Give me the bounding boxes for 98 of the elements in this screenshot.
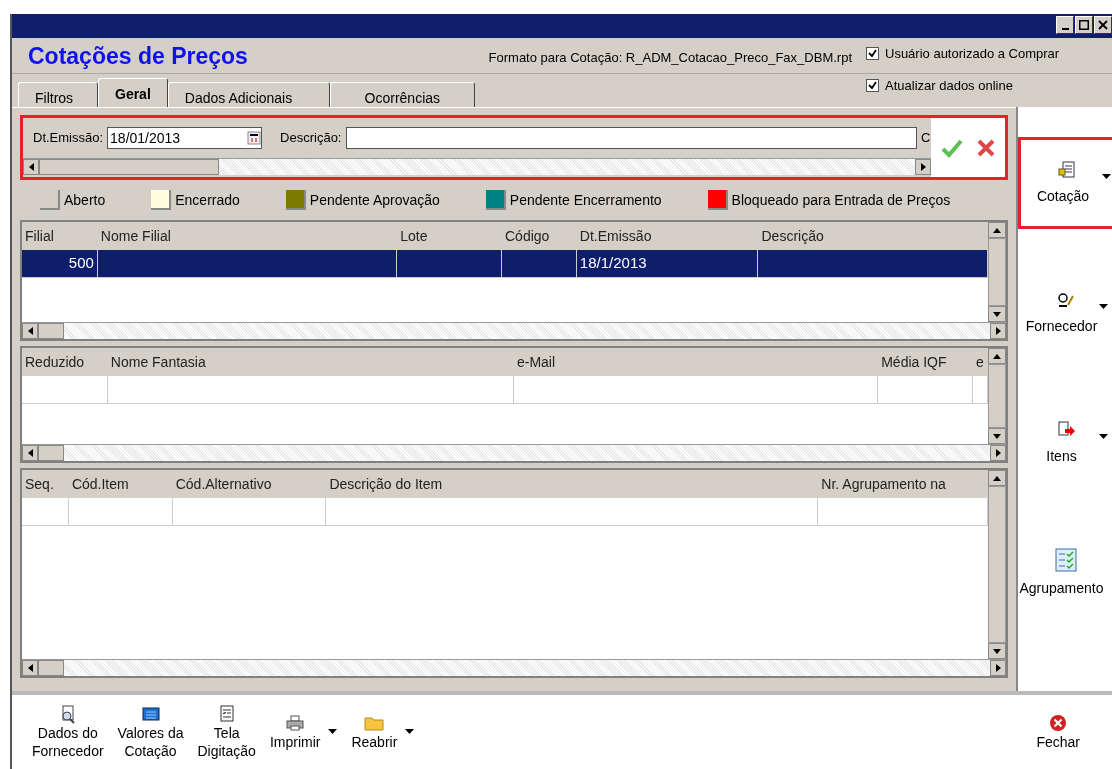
- legend-label: Pendente Encerramento: [509, 190, 662, 210]
- window-title: Cotações de Preços: [28, 41, 248, 71]
- side-tool-button[interactable]: Fornecedor: [1018, 267, 1112, 359]
- column-header[interactable]: e-Mail: [513, 351, 879, 373]
- field-label: Descrição:: [280, 129, 342, 148]
- horizontal-scrollbar[interactable]: [23, 158, 931, 175]
- scrollbar-thumb[interactable]: [38, 323, 64, 339]
- caret-icon: [1099, 304, 1108, 309]
- column-header[interactable]: Código: [502, 225, 577, 247]
- legend-label: Aberto: [64, 190, 106, 210]
- field-label: C: [921, 129, 931, 148]
- format-label: Formato para Cotação: R_ADM_Cotacao_Preco_Fax_DBM.rpt: [488, 48, 852, 67]
- date-field[interactable]: 18/01/2013: [107, 127, 263, 149]
- checkmark-icon[interactable]: [941, 137, 963, 158]
- checkbox-label: Usuário autorizado a Comprar: [885, 44, 1060, 63]
- horizontal-scrollbar[interactable]: [22, 322, 1006, 339]
- column-header[interactable]: Dt.Emissão: [576, 225, 759, 247]
- down-arrow-icon: [993, 648, 1001, 654]
- column-header[interactable]: Média IQF: [878, 351, 973, 373]
- tab[interactable]: Ocorrências: [329, 82, 475, 107]
- toolbar-button[interactable]: Reabrir: [351, 713, 415, 751]
- close-button[interactable]: [1094, 16, 1112, 34]
- caret-icon: [328, 729, 338, 734]
- checkmark-icon: [868, 81, 877, 91]
- close-icon[interactable]: [977, 138, 995, 157]
- right-arrow-icon: [920, 163, 926, 171]
- calendar-icon: [247, 131, 262, 145]
- column-header[interactable]: e: [973, 351, 988, 373]
- document-icon: [1057, 159, 1077, 180]
- calculator-icon: [140, 704, 161, 724]
- column-header[interactable]: Lote: [397, 225, 502, 247]
- scrollbar-thumb[interactable]: [39, 159, 219, 175]
- horizontal-scrollbar[interactable]: [22, 444, 1006, 461]
- checkbox[interactable]: [866, 79, 879, 93]
- tab[interactable]: Filtros: [18, 82, 98, 107]
- side-tool-button[interactable]: Cotação: [1018, 137, 1112, 229]
- column-header[interactable]: Descrição do Item: [326, 473, 819, 495]
- checklist-icon: [1054, 547, 1077, 572]
- checkmark-icon: [868, 48, 877, 58]
- scrollbar-thumb[interactable]: [38, 445, 64, 461]
- column-header[interactable]: Descrição: [758, 225, 988, 247]
- horizontal-scrollbar[interactable]: [22, 659, 1006, 676]
- toolbar-button[interactable]: Dados do Fornecedor: [32, 704, 104, 760]
- vertical-scrollbar[interactable]: [988, 222, 1006, 322]
- maximize-button[interactable]: [1075, 16, 1093, 34]
- left-arrow-icon: [27, 664, 33, 672]
- column-header[interactable]: Reduzido: [22, 351, 108, 373]
- table-cell-text: 18/1/2013: [579, 253, 647, 274]
- checkbox[interactable]: [866, 46, 879, 60]
- toolbar-button[interactable]: Valores da Cotação: [117, 704, 184, 760]
- down-arrow-icon: [993, 311, 1001, 317]
- toolbar-button[interactable]: Imprimir: [269, 713, 338, 751]
- up-arrow-icon: [993, 353, 1001, 359]
- scrollbar-thumb[interactable]: [988, 238, 1006, 306]
- table-row[interactable]: 500 18/1/2013: [22, 250, 988, 278]
- column-header[interactable]: Nome Fantasia: [107, 351, 514, 373]
- column-header[interactable]: Nr. Agrupamento na: [818, 473, 988, 495]
- column-header[interactable]: Seq.: [22, 473, 69, 495]
- field-label: Dt.Emissão:: [33, 129, 104, 148]
- left-arrow-icon: [27, 327, 33, 335]
- right-arrow-icon: [995, 664, 1001, 672]
- caret-icon: [405, 729, 415, 734]
- vertical-scrollbar[interactable]: [988, 348, 1006, 444]
- up-arrow-icon: [993, 475, 1001, 481]
- side-tool-button[interactable]: Agrupamento: [1018, 527, 1112, 619]
- scrollbar-thumb[interactable]: [988, 364, 1006, 428]
- tab[interactable]: Geral: [98, 78, 168, 107]
- tab[interactable]: Dados Adicionais: [167, 82, 330, 107]
- column-header[interactable]: Nome Filial: [97, 225, 398, 247]
- column-header[interactable]: Filial: [22, 225, 98, 247]
- scrollbar-thumb[interactable]: [38, 660, 64, 676]
- toolbar-button[interactable]: Fechar: [1036, 713, 1080, 751]
- right-arrow-icon: [995, 327, 1001, 335]
- side-tool-button[interactable]: Itens: [1018, 397, 1112, 489]
- right-arrow-icon: [995, 449, 1001, 457]
- column-header[interactable]: Cód.Item: [68, 473, 173, 495]
- vertical-scrollbar[interactable]: [988, 470, 1006, 659]
- table-cell-text: 500: [68, 253, 94, 274]
- left-arrow-icon: [27, 449, 33, 457]
- scrollbar-thumb[interactable]: [988, 486, 1006, 643]
- caret-icon: [1099, 434, 1108, 439]
- legend-label: Encerrado: [175, 190, 240, 210]
- up-arrow-icon: [993, 227, 1001, 233]
- legend-label: Pendente Aprovação: [309, 190, 440, 210]
- toolbar-button[interactable]: Tela Digitação: [197, 704, 256, 760]
- close-icon: [1098, 20, 1108, 30]
- legend-label: Bloqueado para Entrada de Preços: [731, 190, 951, 210]
- caret-icon: [1102, 174, 1111, 179]
- left-arrow-icon: [28, 163, 34, 171]
- down-arrow-icon: [993, 433, 1001, 439]
- checkbox-label: Atualizar dados online: [885, 77, 1013, 95]
- minimize-icon: [1061, 28, 1069, 30]
- printer-icon: [285, 713, 306, 733]
- maximize-icon: [1079, 20, 1089, 30]
- close-icon: [1048, 713, 1069, 733]
- minimize-button[interactable]: [1056, 16, 1074, 34]
- column-header[interactable]: Cód.Alternativo: [172, 473, 327, 495]
- description-field[interactable]: [345, 127, 917, 149]
